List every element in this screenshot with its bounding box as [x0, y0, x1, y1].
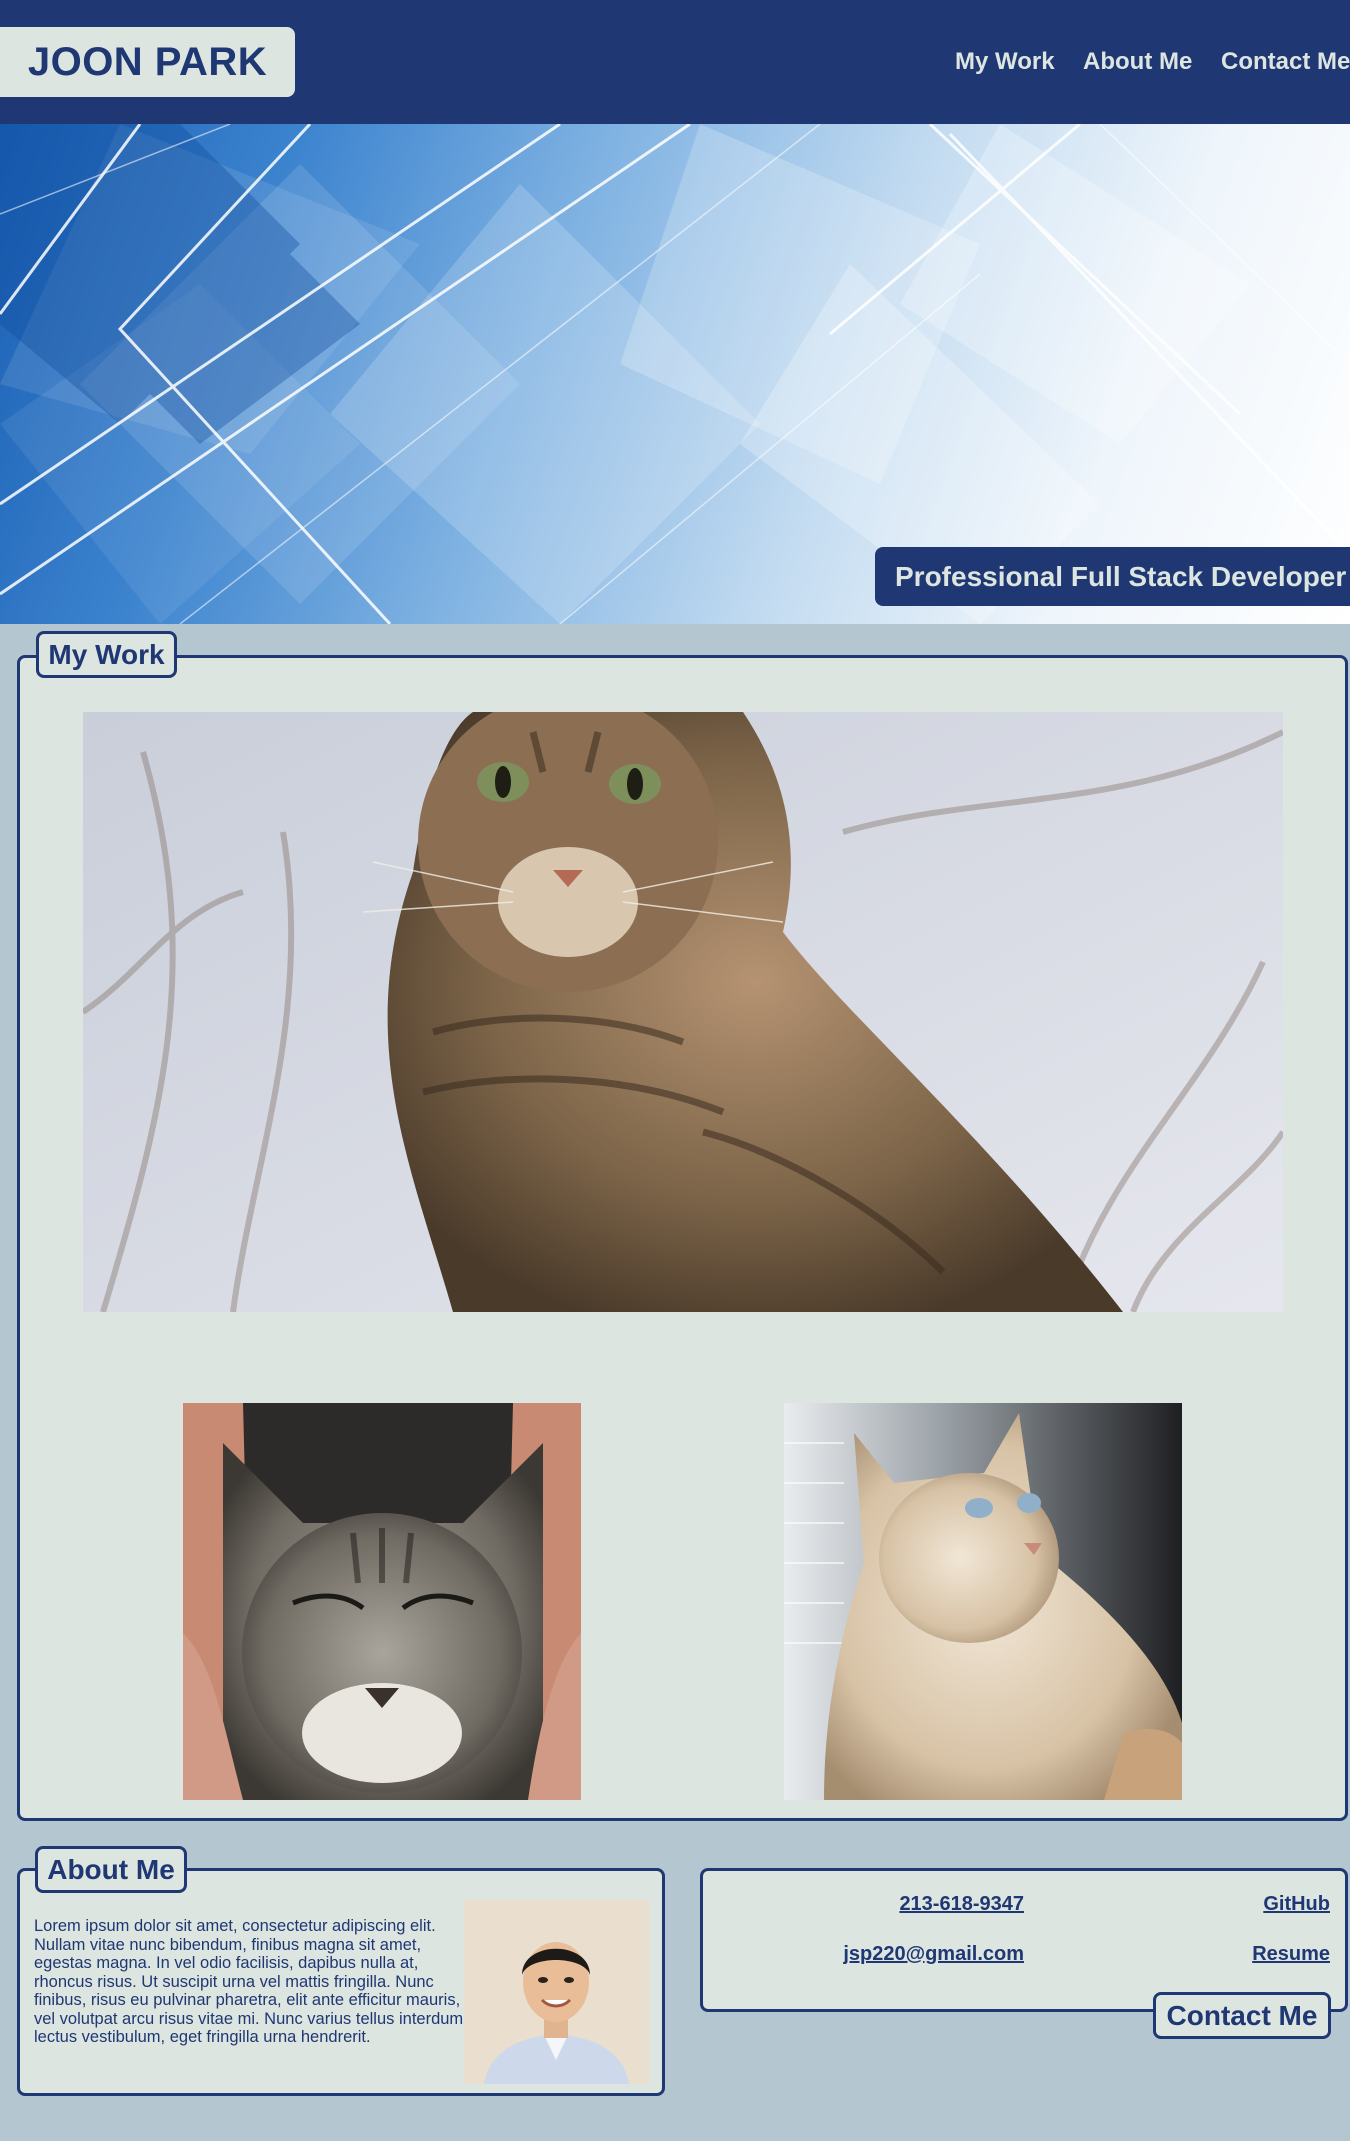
contact-phone-link[interactable]: 213-618-9347 — [899, 1893, 1024, 1916]
contact-me-heading: Contact Me — [1153, 1992, 1331, 2039]
nav-link-my-work[interactable]: My Work — [955, 44, 1055, 80]
project-image-kitten[interactable] — [183, 1403, 581, 1800]
site-header: JOON PARK My Work About Me Contact Me — [0, 0, 1350, 124]
project-image-tabby-cat[interactable] — [83, 712, 1283, 1312]
contact-email-link[interactable]: jsp220@gmail.com — [843, 1943, 1024, 1966]
project-image-cream-cat[interactable] — [784, 1403, 1182, 1800]
my-work-heading: My Work — [36, 631, 177, 678]
resume-link[interactable]: Resume — [1252, 1943, 1330, 1966]
main-nav: My Work About Me Contact Me — [0, 44, 1350, 80]
about-me-heading: About Me — [35, 1846, 187, 1893]
hero-tagline: Professional Full Stack Developer — [875, 547, 1350, 606]
about-me-text: Lorem ipsum dolor sit amet, consectetur … — [34, 1917, 464, 2046]
nav-link-about-me[interactable]: About Me — [1083, 44, 1192, 80]
contact-me-section — [700, 1868, 1348, 2012]
profile-photo — [464, 1900, 649, 2084]
github-link[interactable]: GitHub — [1263, 1893, 1330, 1916]
nav-link-contact-me[interactable]: Contact Me — [1221, 44, 1350, 80]
